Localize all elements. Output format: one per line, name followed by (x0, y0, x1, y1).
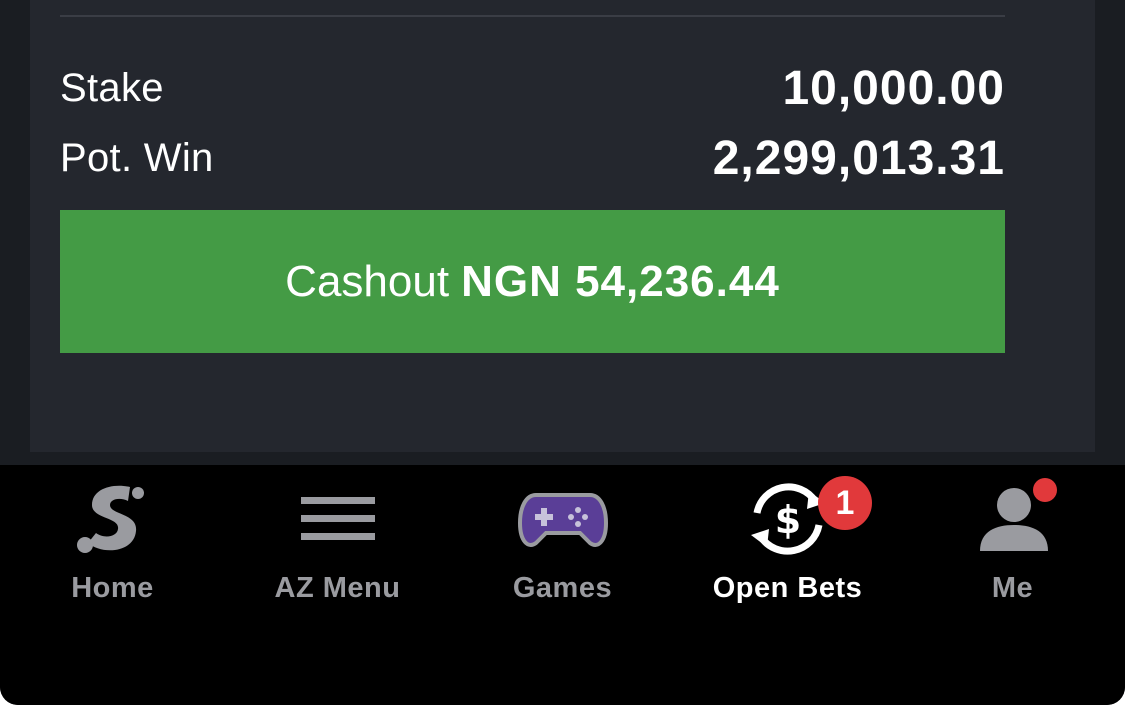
stake-label: Stake (60, 65, 164, 110)
tab-az-menu-label: AZ Menu (274, 572, 401, 604)
tab-home[interactable]: Home (0, 465, 225, 615)
tab-az-menu[interactable]: AZ Menu (225, 465, 450, 615)
bottom-tab-bar: Home AZ Menu Games $ Open Bets Me (0, 465, 1125, 705)
open-bets-count-badge: 1 (818, 476, 872, 530)
app-frame: Stake 10,000.00 Pot. Win 2,299,013.31 Ca… (0, 0, 1125, 705)
sportybet-logo-icon (68, 483, 158, 555)
tab-home-label: Home (71, 572, 154, 604)
tab-games-label: Games (512, 572, 613, 604)
tab-me-label: Me (991, 572, 1034, 604)
cashout-button-amount: NGN 54,236.44 (461, 256, 780, 306)
svg-text:$: $ (774, 498, 800, 542)
hamburger-menu-icon (293, 483, 383, 555)
gamepad-icon (517, 483, 608, 555)
tab-open-bets-label: Open Bets (712, 572, 863, 604)
me-notification-dot (1033, 478, 1057, 502)
potential-win-label: Pot. Win (60, 135, 214, 180)
stake-row: Stake 10,000.00 (60, 61, 1005, 115)
tab-me[interactable]: Me (900, 465, 1125, 615)
stake-value: 10,000.00 (782, 61, 1005, 115)
cashout-button-label: Cashout (285, 256, 450, 306)
tab-games[interactable]: Games (450, 465, 675, 615)
card-divider (60, 15, 1005, 17)
potential-win-row: Pot. Win 2,299,013.31 (60, 131, 1005, 185)
potential-win-value: 2,299,013.31 (712, 131, 1005, 185)
cashout-button[interactable]: Cashout NGN 54,236.44 (60, 210, 1005, 353)
